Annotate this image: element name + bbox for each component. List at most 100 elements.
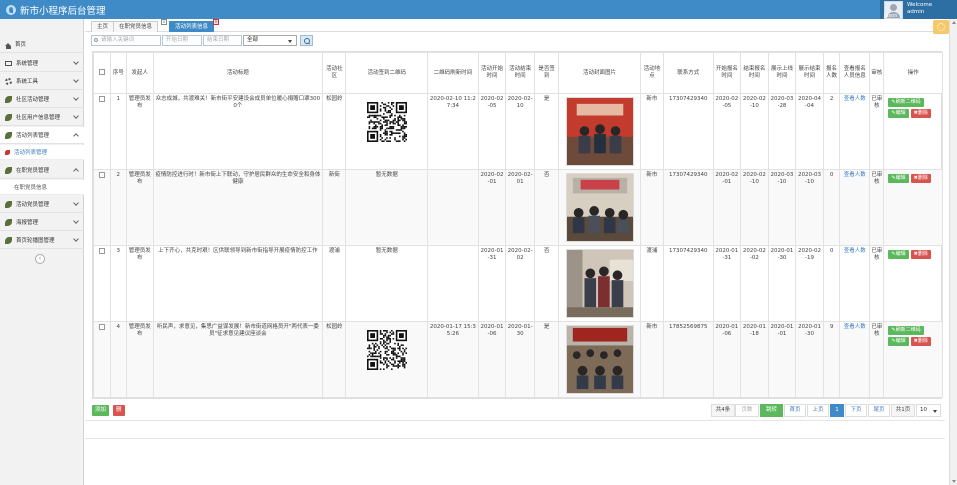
- leaf-icon: [5, 150, 10, 155]
- page-number-input[interactable]: 页数: [735, 404, 759, 417]
- sidebar-item-label: 在职党员信息: [14, 185, 48, 191]
- settings-gear-button[interactable]: [933, 20, 949, 34]
- current-page[interactable]: 1: [830, 404, 844, 417]
- sidebar-item-carousel[interactable]: 首页轮播图管理: [0, 232, 84, 249]
- chevron-down-icon: [73, 59, 79, 65]
- status-select[interactable]: 全部: [243, 35, 297, 46]
- leaf-icon: [5, 95, 12, 103]
- view-registrants-link[interactable]: 查看人数: [844, 96, 866, 102]
- chevron-up-icon: [73, 133, 79, 139]
- last-page-button[interactable]: 尾页: [868, 404, 890, 417]
- cell-end: 2020-02-01: [505, 169, 535, 246]
- scroll-down-icon[interactable]: [952, 480, 956, 483]
- sidebar-subitem-party-info[interactable]: 在职党员信息: [0, 180, 84, 195]
- row-checkbox[interactable]: [98, 324, 105, 330]
- jump-button[interactable]: 跳转: [760, 404, 783, 417]
- cell-reg-start: 2020-01-31: [712, 245, 742, 322]
- sidebar-item-poster[interactable]: 海报管理: [0, 214, 84, 231]
- column-header: 活动封面图片: [558, 52, 641, 94]
- end-date-input[interactable]: 结束日期: [203, 35, 242, 46]
- view-registrants-link[interactable]: 查看人数: [844, 248, 866, 254]
- cell-view: 查看人数: [839, 245, 871, 322]
- cell-ops: ✎编辑 ✖删除: [883, 169, 943, 246]
- close-icon[interactable]: ×: [213, 19, 219, 25]
- page-size-select[interactable]: 10: [916, 404, 941, 417]
- delete-button[interactable]: ✖删除: [910, 174, 931, 183]
- row-checkbox[interactable]: [98, 96, 105, 102]
- btn-label: 编辑: [895, 251, 906, 257]
- view-registrants-link[interactable]: 查看人数: [844, 324, 866, 330]
- column-header: 开始报名时间: [712, 52, 742, 94]
- divider: [85, 420, 945, 421]
- edit-button[interactable]: ✎编辑: [888, 174, 909, 183]
- sidebar: 首页 系统管理 系统工具 社区活动管理 社区用户信息管理 活动列表管理 活动列表…: [0, 19, 84, 485]
- view-registrants-link[interactable]: 查看人数: [844, 172, 866, 178]
- cell-initiator: 管理员发布: [126, 93, 154, 170]
- sidebar-item-activity-members[interactable]: 活动党员管理: [0, 196, 84, 213]
- cell-count: 0: [822, 245, 841, 322]
- cell-title: 疫情防控进行时！新市街上下联动，守护居民群众的生命安全和身体健康: [152, 169, 324, 246]
- delete-button[interactable]: ✖删除: [910, 337, 931, 346]
- tab-activity-list[interactable]: 活动列表信息: [169, 21, 215, 32]
- table-row: 2 管理员发布 疫情防控进行时！新市街上下联动，守护居民群众的生命安全和身体健康…: [93, 169, 943, 246]
- column-header: 活动社区: [322, 52, 347, 94]
- row-checkbox-cell[interactable]: [93, 169, 111, 246]
- sidebar-collapse-button[interactable]: ‹: [35, 254, 45, 264]
- header-checkbox-cell[interactable]: [93, 52, 111, 94]
- qr-code-image: [366, 102, 407, 142]
- top-header: 新市小程序后台管理 Jason Welcome admin: [0, 0, 957, 19]
- home-icon: [5, 42, 11, 49]
- cell-end: 2020-01-30: [505, 321, 535, 398]
- sidebar-item-party-members[interactable]: 在职党员管理: [0, 162, 84, 179]
- row-checkbox[interactable]: [98, 172, 105, 178]
- sidebar-item-community-users[interactable]: 社区用户信息管理: [0, 109, 84, 126]
- row-checkbox-cell[interactable]: [93, 93, 111, 170]
- cell-reg-start: 2020-02-05: [712, 93, 742, 170]
- row-checkbox-cell[interactable]: [93, 321, 111, 398]
- search-button[interactable]: [300, 35, 313, 46]
- scroll-up-icon[interactable]: [952, 21, 956, 24]
- sidebar-subitem-activity-list[interactable]: 活动列表管理: [0, 145, 84, 160]
- activity-table: 序号 发起人 活动标题 活动社区 活动签到二维码 二维码刷新时间 活动开始时间 …: [92, 51, 943, 399]
- edit-button[interactable]: ✎编辑: [888, 250, 909, 259]
- monitor-icon: [5, 60, 12, 66]
- user-menu[interactable]: Jason Welcome admin: [880, 0, 957, 19]
- sidebar-item-system[interactable]: 系统管理: [0, 55, 84, 72]
- keyword-input[interactable]: 请输入关键词: [91, 35, 161, 46]
- prev-page-button[interactable]: 上页: [807, 404, 829, 417]
- cell-signin: 否: [533, 245, 560, 322]
- column-header: 活动结束时间: [505, 52, 535, 94]
- sidebar-item-tools[interactable]: 系统工具: [0, 73, 84, 90]
- row-checkbox-cell[interactable]: [93, 245, 111, 322]
- leaf-icon: [5, 131, 12, 139]
- delete-button[interactable]: ✖删除: [910, 250, 931, 259]
- start-date-placeholder: 开始日期: [166, 37, 189, 43]
- column-header: 活动开始时间: [477, 52, 507, 94]
- sidebar-item-community-activity[interactable]: 社区活动管理: [0, 91, 84, 108]
- edit-button[interactable]: ✎编辑: [888, 337, 909, 346]
- batch-delete-button[interactable]: 删: [113, 405, 125, 416]
- tab-label: 主页: [97, 24, 109, 30]
- first-page-button[interactable]: 首页: [784, 404, 806, 417]
- tab-bar: 主页 在职党员信息 × 活动列表信息 ×: [85, 19, 957, 32]
- sidebar-item-home[interactable]: 首页: [0, 36, 84, 53]
- add-button[interactable]: 添加: [92, 405, 110, 416]
- edit-button[interactable]: ✎编辑: [888, 109, 909, 118]
- next-page-button[interactable]: 下页: [845, 404, 867, 417]
- delete-button[interactable]: ✖删除: [910, 109, 931, 118]
- cell-qr: [345, 93, 429, 170]
- cell-no: 3: [109, 245, 128, 322]
- sidebar-item-label: 系统工具: [16, 79, 39, 85]
- tab-party-info[interactable]: 在职党员信息: [113, 21, 159, 32]
- refresh-qr-button[interactable]: ✎刷新二维码: [888, 326, 924, 335]
- tab-home[interactable]: 主页: [91, 21, 115, 32]
- select-all-checkbox[interactable]: [98, 68, 105, 75]
- vertical-scrollbar[interactable]: [949, 19, 957, 485]
- start-date-input[interactable]: 开始日期: [162, 35, 202, 46]
- sidebar-item-activity-list[interactable]: 活动列表管理: [0, 127, 84, 144]
- close-icon[interactable]: ×: [161, 19, 167, 25]
- cell-count: 9: [822, 321, 841, 398]
- row-checkbox[interactable]: [98, 248, 105, 254]
- cell-end: 2020-02-10: [505, 93, 535, 170]
- refresh-qr-button[interactable]: ✎刷新二维码: [888, 98, 924, 107]
